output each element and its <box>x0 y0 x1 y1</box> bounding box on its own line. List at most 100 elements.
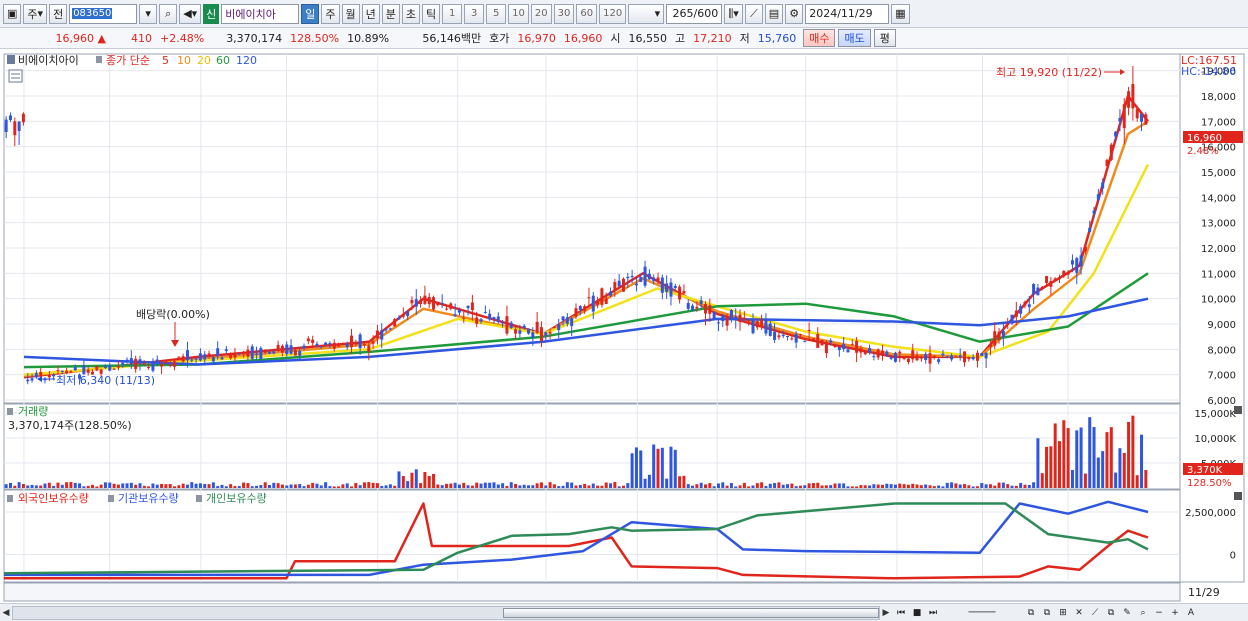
candle-body <box>760 319 764 326</box>
volume-bar <box>52 485 56 488</box>
candle-body <box>673 285 677 288</box>
candle-body <box>811 338 815 341</box>
interval-20-button[interactable]: 20 <box>530 3 552 24</box>
scroll-left-icon[interactable]: ◀ <box>0 606 12 620</box>
save-icon[interactable]: ▤ <box>764 3 784 24</box>
candle-body <box>755 321 759 328</box>
draw-tool-icon[interactable]: ⟋ <box>744 3 763 24</box>
holdings-legend-icon <box>108 495 114 502</box>
window-menu-icon[interactable]: ▣ <box>3 3 22 24</box>
interval-dropdown[interactable]: ▾ <box>628 3 665 24</box>
period-year-button[interactable]: 년 <box>361 3 380 24</box>
period-second-button[interactable]: 초 <box>401 3 421 24</box>
code-dropdown-icon[interactable]: ▾ <box>139 3 158 24</box>
stop-icon[interactable]: ■ <box>910 606 924 620</box>
candle-body <box>967 357 971 360</box>
scroll-track[interactable] <box>12 605 880 620</box>
volume-bar <box>824 485 828 488</box>
candle-body <box>151 361 155 371</box>
volume-panel-close-icon[interactable] <box>1234 406 1242 414</box>
zoom-out-icon[interactable]: − <box>1152 606 1166 620</box>
volume-bar <box>893 484 897 488</box>
toolbar: ▣ 주 ▾ 전 083650 ▾ ⌕ ◀▾ 신 비에이치아 일 주 월 년 분 초… <box>0 0 1248 28</box>
volume-bar <box>829 485 833 488</box>
candle-body <box>1023 301 1027 306</box>
panel-menu-icon[interactable] <box>7 55 15 64</box>
high-label: 고 <box>674 32 686 45</box>
search-icon[interactable]: ⌕ <box>159 3 178 24</box>
layout-icon[interactable]: ⧉ <box>1024 606 1038 620</box>
zoom-in-icon[interactable]: + <box>1168 606 1182 620</box>
holdings-legend-icon <box>196 495 202 502</box>
date-input[interactable]: 2024/11/29 <box>805 3 890 24</box>
bar-count-field[interactable]: 265/600 <box>666 3 723 24</box>
volume-bar <box>967 485 971 488</box>
compare-icon[interactable]: ⧉ <box>1104 606 1118 620</box>
period-minute-button[interactable]: 분 <box>381 3 400 24</box>
volume-bar <box>319 485 323 488</box>
buy-button[interactable]: 매수 <box>803 29 836 47</box>
cross-icon[interactable]: ✕ <box>1072 606 1086 620</box>
period-day-button[interactable]: 일 <box>301 3 320 24</box>
sound-icon[interactable]: ◀▾ <box>179 3 202 24</box>
interval-30-button[interactable]: 30 <box>553 3 575 24</box>
volume-bar <box>1092 427 1096 488</box>
forward-icon[interactable]: ⏭ <box>926 606 940 620</box>
stock-name-field[interactable]: 비에이치아 <box>221 3 300 24</box>
volume-bar <box>380 485 384 488</box>
volume-bar <box>963 484 967 488</box>
candle-body <box>807 330 811 332</box>
stock-code-input[interactable]: 083650 <box>69 3 138 24</box>
candle-body <box>881 350 885 356</box>
line-tool-icon[interactable]: ⟋ <box>1088 606 1102 620</box>
interval-5-button[interactable]: 5 <box>486 3 507 24</box>
scroll-thumb[interactable] <box>503 607 879 618</box>
ma-legend-icon <box>96 56 102 63</box>
candle-body <box>993 331 997 346</box>
interval-120-button[interactable]: 120 <box>599 3 627 24</box>
volume-bar <box>881 484 885 488</box>
candle-body <box>747 319 751 322</box>
candle-body <box>108 365 112 371</box>
rewind-icon[interactable]: ⏮ <box>894 606 908 620</box>
sell-button[interactable]: 매도 <box>838 29 871 47</box>
period-week-button[interactable]: 주 <box>321 3 340 24</box>
candle-body <box>397 317 401 320</box>
market-select[interactable]: 주 ▾ <box>23 3 48 24</box>
calendar-icon[interactable]: ▦ <box>891 3 910 24</box>
interval-60-button[interactable]: 60 <box>576 3 598 24</box>
candle-body <box>945 356 949 358</box>
chart-area[interactable]: 19,000 18,000 17,000 16,000 15,000 14,000 13,0… <box>0 50 1248 603</box>
scroll-right-icon[interactable]: ▶ <box>880 606 892 620</box>
volume-bar <box>673 449 677 488</box>
candle-body <box>388 328 392 330</box>
period-tick-button[interactable]: 틱 <box>422 3 441 24</box>
volume-bar <box>492 482 496 488</box>
volume-bar <box>868 485 872 488</box>
volume-bar <box>406 481 410 488</box>
interval-10-button[interactable]: 10 <box>508 3 529 24</box>
zoom-icon[interactable]: ⌕ <box>1136 606 1150 620</box>
interval-3-button[interactable]: 3 <box>464 3 485 24</box>
x-axis <box>3 582 1181 602</box>
avg-button[interactable]: 평 <box>873 29 896 47</box>
candle-body <box>47 375 51 378</box>
zoom-slider[interactable]: ───── <box>942 606 1022 620</box>
gear-icon[interactable]: ⚙ <box>785 3 804 24</box>
pencil-icon[interactable]: ✎ <box>1120 606 1134 620</box>
volume-bar <box>742 482 746 488</box>
high-annotation: 최고 19,920 (11/22) <box>996 66 1102 79</box>
interval-1-button[interactable]: 1 <box>442 3 463 24</box>
table-toggle-icon[interactable] <box>8 69 23 83</box>
holdings-panel-close-icon[interactable] <box>1234 492 1242 500</box>
stock-chart[interactable]: 19,00018,00017,00016,00015,00014,00013,0… <box>0 50 1248 603</box>
candle-type-icon[interactable]: ⫼▾ <box>724 3 743 24</box>
layout-2-icon[interactable]: ⧉ <box>1040 606 1054 620</box>
period-month-button[interactable]: 월 <box>341 3 360 24</box>
font-size-icon[interactable]: A <box>1184 606 1198 620</box>
prev-button[interactable]: 전 <box>49 3 68 24</box>
candle-body <box>682 290 686 294</box>
candle-body <box>423 295 427 304</box>
split-icon[interactable]: ⊞ <box>1056 606 1070 620</box>
candle-body <box>937 359 941 362</box>
